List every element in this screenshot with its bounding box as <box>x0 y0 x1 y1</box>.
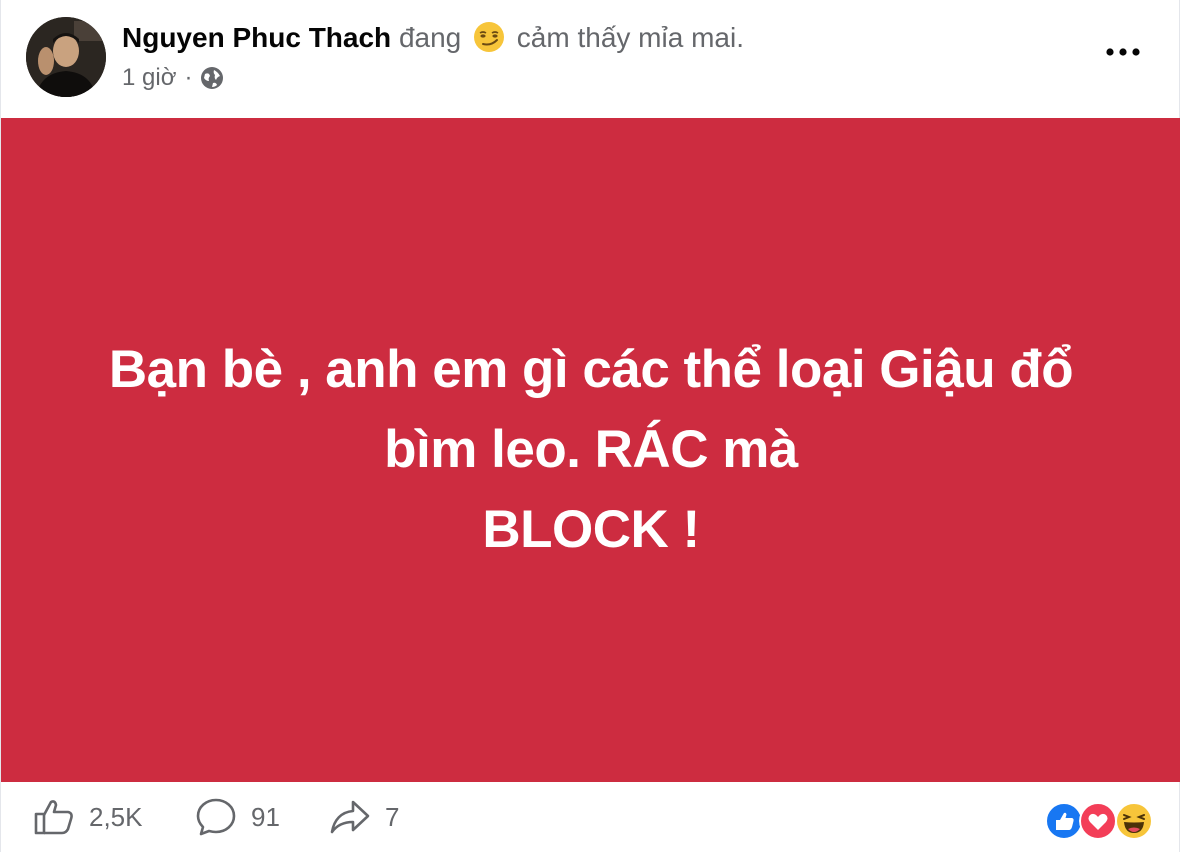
like-reaction-icon <box>1045 802 1083 840</box>
more-dots-icon <box>1106 48 1140 56</box>
status-line: bìm leo. RÁC mà <box>384 420 798 479</box>
like-button[interactable]: 2,5K <box>33 782 143 852</box>
reaction-summary[interactable] <box>1045 802 1155 842</box>
avatar[interactable] <box>26 17 106 97</box>
more-options-button[interactable] <box>1101 40 1145 64</box>
like-count: 2,5K <box>89 801 143 832</box>
smirk-emoji-icon <box>474 22 505 52</box>
author-name[interactable]: Nguyen Phuc Thach <box>122 22 391 53</box>
globe-icon[interactable] <box>200 66 224 90</box>
post-time[interactable]: 1 giờ <box>122 64 176 92</box>
share-count: 7 <box>385 801 400 832</box>
post-status-text: Bạn bè , anh em gì các thể loại Giậu đổ … <box>31 330 1151 570</box>
thumbs-up-icon <box>34 800 73 835</box>
comment-icon <box>196 798 236 836</box>
post-meta: 1 giờ · <box>122 64 224 92</box>
share-arrow-icon <box>330 800 370 834</box>
status-line: BLOCK ! <box>482 500 700 559</box>
post-status-background[interactable]: Bạn bè , anh em gì các thể loại Giậu đổ … <box>1 118 1180 782</box>
share-button[interactable]: 7 <box>329 782 399 852</box>
post-card: Nguyen Phuc Thach đang cảm thấy mỉa mai.… <box>0 0 1180 852</box>
author-line: Nguyen Phuc Thach đang cảm thấy mỉa mai. <box>122 21 744 54</box>
avatar-photo <box>26 17 106 97</box>
feeling-prefix: đang <box>398 22 462 53</box>
feeling-text: cảm thấy mỉa mai. <box>516 22 744 53</box>
comment-count: 91 <box>251 801 280 832</box>
status-line: Bạn bè , anh em gì các thể loại Giậu đổ <box>108 340 1074 399</box>
love-reaction-icon <box>1079 802 1117 840</box>
haha-reaction-icon <box>1115 802 1153 840</box>
meta-separator: · <box>184 64 193 91</box>
post-header: Nguyen Phuc Thach đang cảm thấy mỉa mai.… <box>1 0 1180 118</box>
comment-button[interactable]: 91 <box>195 782 280 852</box>
post-footer: 2,5K 91 7 <box>1 782 1180 852</box>
